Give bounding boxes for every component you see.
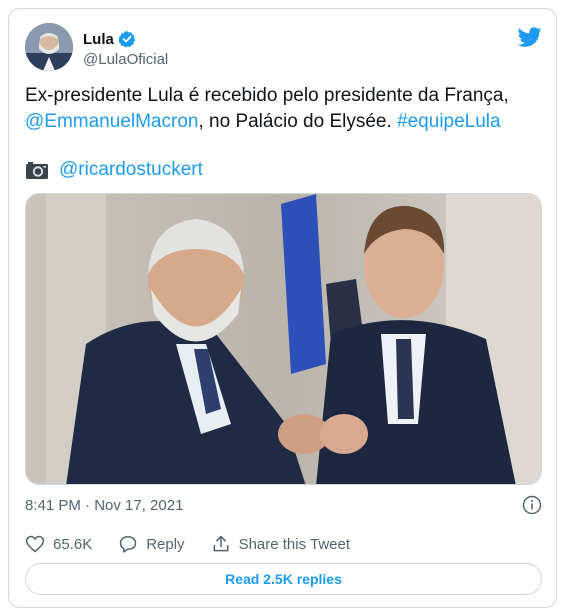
tweet-text: Ex-presidente Lula é recebido pelo presi… [25,83,542,135]
tweet-text-part2: , no Palácio do Elysée. [198,111,392,132]
reply-button[interactable]: Reply [118,534,185,554]
tweet-photo[interactable] [25,193,542,485]
like-count: 65.6K [53,535,93,553]
camera-icon [25,160,49,180]
reply-label: Reply [146,535,185,553]
tweet-meta: 8:41 PM · Nov 17, 2021 [25,495,542,517]
user-handle[interactable]: @LulaOficial [83,51,168,68]
name-row: Lula [83,30,136,48]
mention-link[interactable]: @EmmanuelMacron [25,111,198,132]
tweet-header: Lula @LulaOficial [25,23,542,73]
photo-credit-line: @ricardostuckert [25,157,203,183]
tweet-text-part1: Ex-presidente Lula é recebido pelo presi… [25,85,509,106]
timestamp[interactable]: 8:41 PM · Nov 17, 2021 [25,497,183,514]
read-replies-button[interactable]: Read 2.5K replies [25,563,542,595]
twitter-bird-icon[interactable] [517,25,542,49]
share-label: Share this Tweet [238,535,351,553]
display-name[interactable]: Lula [83,31,114,48]
heart-icon [25,535,45,553]
share-icon [213,535,228,552]
hashtag-link[interactable]: #equipeLula [397,111,501,132]
share-button[interactable]: Share this Tweet [211,534,350,554]
tweet-card: Lula @LulaOficial Ex-presidente Lula é r… [8,8,557,608]
like-button[interactable]: 65.6K [25,534,92,554]
verified-badge-icon [118,30,136,48]
info-icon[interactable] [522,495,542,515]
reply-icon [119,536,137,553]
avatar[interactable] [25,23,73,71]
photo-credit-link[interactable]: @ricardostuckert [59,157,203,183]
action-bar: 65.6K Reply Share this Tweet [25,533,542,555]
